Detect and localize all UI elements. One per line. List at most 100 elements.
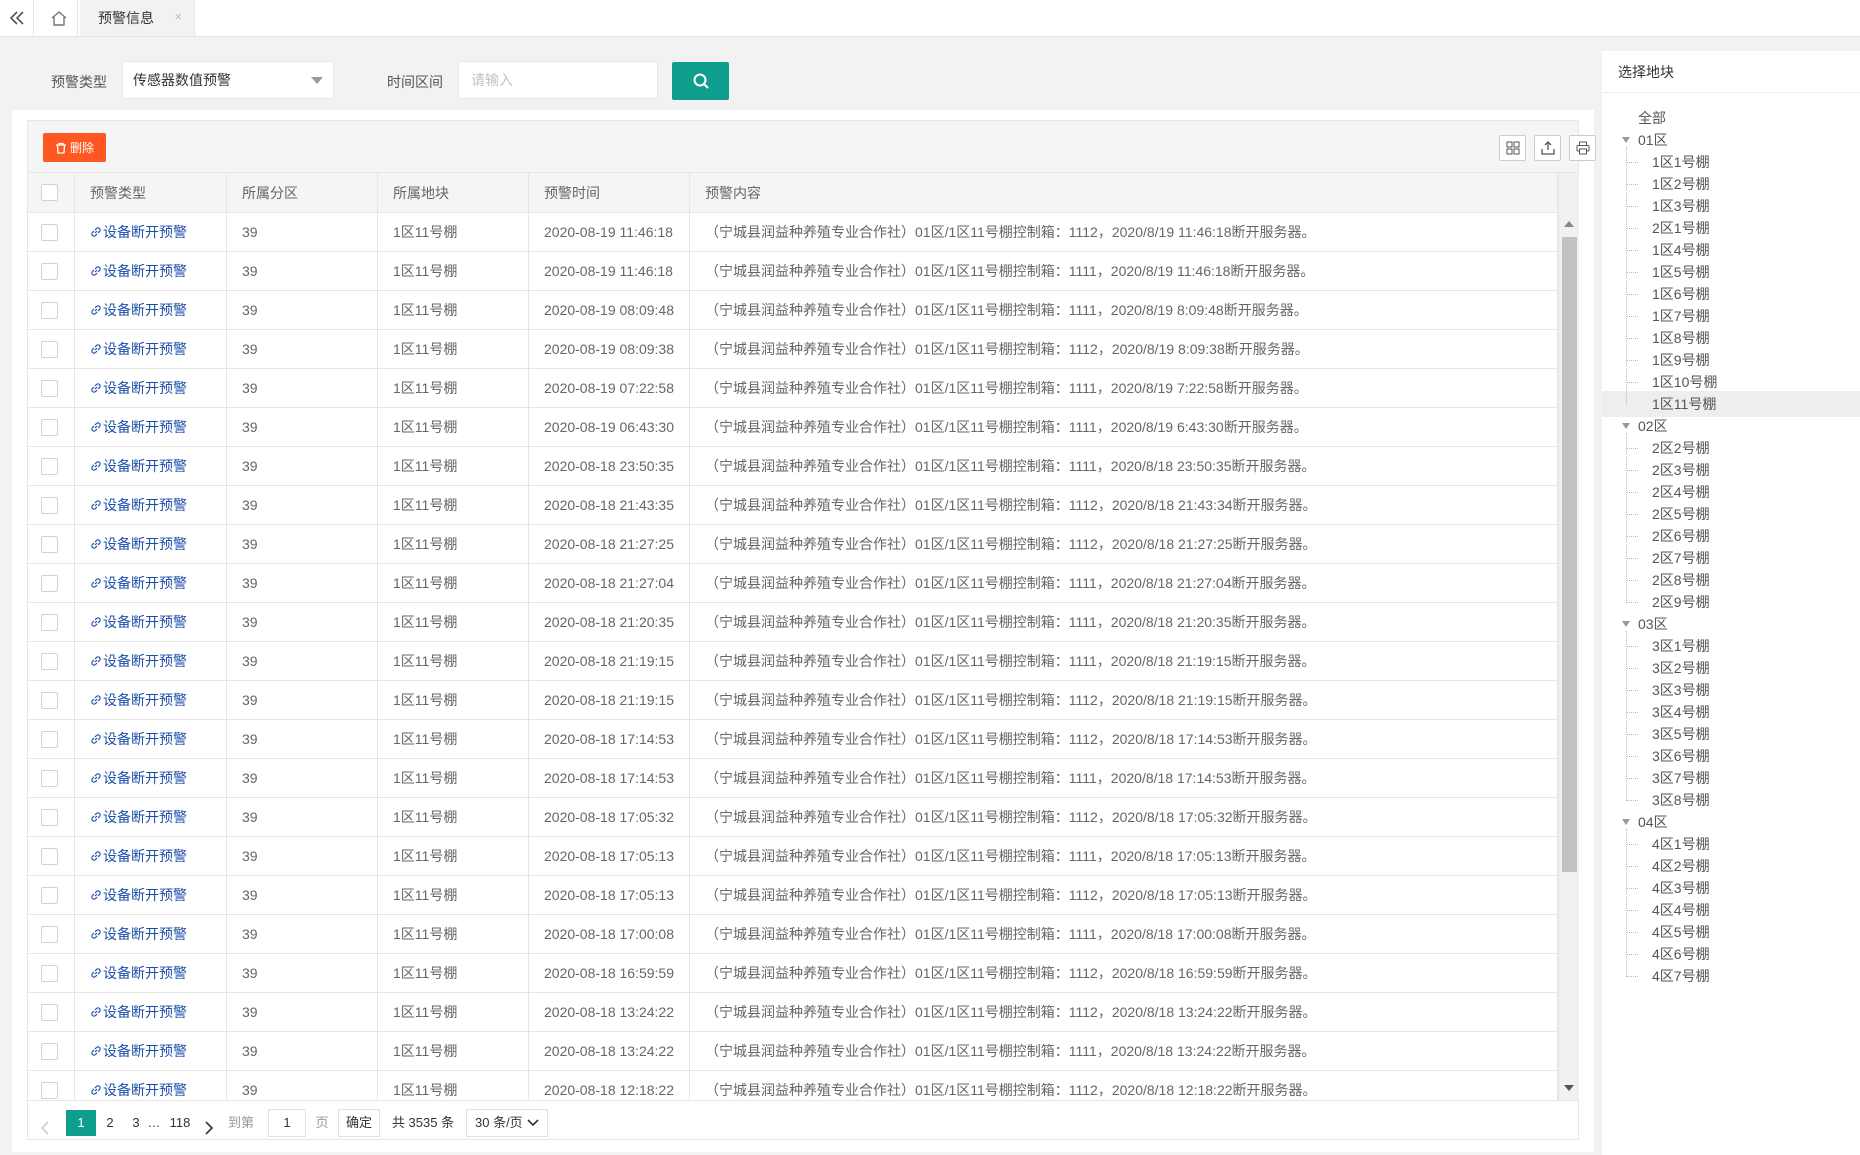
row-checkbox[interactable] — [41, 692, 58, 709]
export-button[interactable] — [1534, 135, 1561, 161]
print-button[interactable] — [1569, 135, 1596, 161]
cell-warning-type[interactable]: 设备断开预警 — [75, 993, 227, 1031]
warning-type-link[interactable]: 设备断开预警 — [103, 575, 187, 591]
row-checkbox[interactable] — [41, 848, 58, 865]
page-last[interactable]: 118 — [164, 1110, 196, 1136]
triangle-down-icon[interactable] — [1622, 621, 1630, 627]
warning-type-link[interactable]: 设备断开预警 — [103, 458, 187, 474]
page-1[interactable]: 1 — [66, 1110, 96, 1136]
table-row[interactable]: 设备断开预警 39 1区11号棚 2020-08-18 21:19:15 （宁城县润益种… — [28, 642, 1558, 681]
row-checkbox[interactable] — [41, 731, 58, 748]
row-checkbox[interactable] — [41, 575, 58, 592]
warning-type-link[interactable]: 设备断开预警 — [103, 965, 187, 981]
row-checkbox[interactable] — [41, 887, 58, 904]
row-checkbox[interactable] — [41, 653, 58, 670]
table-row[interactable]: 设备断开预警 39 1区11号棚 2020-08-18 17:00:08 （宁城县润益种… — [28, 915, 1558, 954]
tree-leaf-node[interactable]: 4区7号棚 — [1652, 963, 1710, 989]
table-row[interactable]: 设备断开预警 39 1区11号棚 2020-08-18 17:05:13 （宁城县润益种… — [28, 876, 1558, 915]
table-row[interactable]: 设备断开预警 39 1区11号棚 2020-08-18 23:50:35 （宁城县润益种… — [28, 447, 1558, 486]
cell-warning-type[interactable]: 设备断开预警 — [75, 1032, 227, 1070]
warning-type-link[interactable]: 设备断开预警 — [103, 419, 187, 435]
page-2[interactable]: 2 — [100, 1110, 120, 1136]
row-checkbox[interactable] — [41, 497, 58, 514]
table-row[interactable]: 设备断开预警 39 1区11号棚 2020-08-18 17:05:32 （宁城县润益种… — [28, 798, 1558, 837]
col-time[interactable]: 预警时间 — [529, 173, 690, 213]
row-checkbox[interactable] — [41, 926, 58, 943]
warning-type-link[interactable]: 设备断开预警 — [103, 1004, 187, 1020]
col-plot[interactable]: 所属地块 — [378, 173, 529, 213]
warning-type-link[interactable]: 设备断开预警 — [103, 653, 187, 669]
table-row[interactable]: 设备断开预警 39 1区11号棚 2020-08-18 17:05:13 （宁城县润益种… — [28, 837, 1558, 876]
row-checkbox[interactable] — [41, 536, 58, 553]
warning-type-link[interactable]: 设备断开预警 — [103, 224, 187, 240]
col-content[interactable]: 预警内容 — [690, 173, 1558, 213]
table-row[interactable]: 设备断开预警 39 1区11号棚 2020-08-19 11:46:18 （宁城县润益种… — [28, 213, 1558, 252]
triangle-down-icon[interactable] — [1622, 423, 1630, 429]
scroll-thumb[interactable] — [1562, 237, 1577, 872]
table-row[interactable]: 设备断开预警 39 1区11号棚 2020-08-18 21:20:35 （宁城县润益种… — [28, 603, 1558, 642]
row-checkbox[interactable] — [41, 224, 58, 241]
cell-warning-type[interactable]: 设备断开预警 — [75, 837, 227, 875]
row-checkbox[interactable] — [41, 302, 58, 319]
warning-type-link[interactable]: 设备断开预警 — [103, 770, 187, 786]
row-checkbox[interactable] — [41, 1082, 58, 1099]
table-row[interactable]: 设备断开预警 39 1区11号棚 2020-08-18 12:18:22 （宁城县润益种… — [28, 1071, 1558, 1100]
chevron-right-icon[interactable] — [204, 1115, 214, 1141]
goto-page-input[interactable]: 1 — [268, 1109, 306, 1137]
table-row[interactable]: 设备断开预警 39 1区11号棚 2020-08-18 17:14:53 （宁城县润益种… — [28, 759, 1558, 798]
cell-warning-type[interactable]: 设备断开预警 — [75, 291, 227, 329]
columns-filter-button[interactable] — [1499, 135, 1526, 161]
table-scrollbar[interactable] — [1558, 173, 1579, 1100]
cell-warning-type[interactable]: 设备断开预警 — [75, 954, 227, 992]
warning-type-link[interactable]: 设备断开预警 — [103, 614, 187, 630]
col-warning-type[interactable]: 预警类型 — [75, 173, 227, 213]
table-row[interactable]: 设备断开预警 39 1区11号棚 2020-08-19 06:43:30 （宁城县润益种… — [28, 408, 1558, 447]
warning-type-link[interactable]: 设备断开预警 — [103, 1082, 187, 1098]
triangle-down-icon[interactable] — [1622, 819, 1630, 825]
warning-type-link[interactable]: 设备断开预警 — [103, 497, 187, 513]
warning-type-link[interactable]: 设备断开预警 — [103, 302, 187, 318]
row-checkbox[interactable] — [41, 1043, 58, 1060]
row-checkbox[interactable] — [41, 458, 58, 475]
cell-warning-type[interactable]: 设备断开预警 — [75, 1071, 227, 1100]
warning-type-link[interactable]: 设备断开预警 — [103, 341, 187, 357]
table-row[interactable]: 设备断开预警 39 1区11号棚 2020-08-18 21:19:15 （宁城县润益种… — [28, 681, 1558, 720]
row-checkbox[interactable] — [41, 1004, 58, 1021]
warning-type-link[interactable]: 设备断开预警 — [103, 848, 187, 864]
table-row[interactable]: 设备断开预警 39 1区11号棚 2020-08-18 13:24:22 （宁城县润益种… — [28, 993, 1558, 1032]
row-checkbox[interactable] — [41, 380, 58, 397]
cell-warning-type[interactable]: 设备断开预警 — [75, 681, 227, 719]
cell-warning-type[interactable]: 设备断开预警 — [75, 642, 227, 680]
delete-button[interactable]: 删除 — [43, 133, 106, 162]
tab-warning-info[interactable]: 预警信息 × — [80, 0, 195, 36]
select-all-checkbox[interactable] — [41, 184, 58, 201]
cell-warning-type[interactable]: 设备断开预警 — [75, 876, 227, 914]
table-row[interactable]: 设备断开预警 39 1区11号棚 2020-08-18 21:43:35 （宁城县润益种… — [28, 486, 1558, 525]
page-3[interactable]: 3 — [126, 1110, 146, 1136]
cell-warning-type[interactable]: 设备断开预警 — [75, 798, 227, 836]
cell-warning-type[interactable]: 设备断开预警 — [75, 369, 227, 407]
close-icon[interactable]: × — [174, 9, 182, 24]
table-row[interactable]: 设备断开预警 39 1区11号棚 2020-08-19 07:22:58 （宁城县润益种… — [28, 369, 1558, 408]
table-row[interactable]: 设备断开预警 39 1区11号棚 2020-08-18 21:27:25 （宁城县润益种… — [28, 525, 1558, 564]
cell-warning-type[interactable]: 设备断开预警 — [75, 213, 227, 251]
chevron-left-icon[interactable] — [40, 1115, 50, 1141]
home-tab[interactable] — [40, 0, 78, 36]
cell-warning-type[interactable]: 设备断开预警 — [75, 447, 227, 485]
col-zone[interactable]: 所属分区 — [227, 173, 378, 213]
warning-type-link[interactable]: 设备断开预警 — [103, 731, 187, 747]
row-checkbox[interactable] — [41, 263, 58, 280]
scroll-down-icon[interactable] — [1564, 1085, 1574, 1091]
warning-type-link[interactable]: 设备断开预警 — [103, 809, 187, 825]
table-row[interactable]: 设备断开预警 39 1区11号棚 2020-08-18 16:59:59 （宁城县润益种… — [28, 954, 1558, 993]
row-checkbox[interactable] — [41, 419, 58, 436]
page-size-select[interactable]: 30 条/页 — [466, 1109, 548, 1137]
time-range-input[interactable] — [458, 61, 658, 99]
collapse-menu-button[interactable] — [0, 0, 34, 36]
cell-warning-type[interactable]: 设备断开预警 — [75, 252, 227, 290]
cell-warning-type[interactable]: 设备断开预警 — [75, 486, 227, 524]
table-row[interactable]: 设备断开预警 39 1区11号棚 2020-08-18 13:24:22 （宁城县润益种… — [28, 1032, 1558, 1071]
table-row[interactable]: 设备断开预警 39 1区11号棚 2020-08-18 17:14:53 （宁城县润益种… — [28, 720, 1558, 759]
warning-type-link[interactable]: 设备断开预警 — [103, 536, 187, 552]
row-checkbox[interactable] — [41, 965, 58, 982]
